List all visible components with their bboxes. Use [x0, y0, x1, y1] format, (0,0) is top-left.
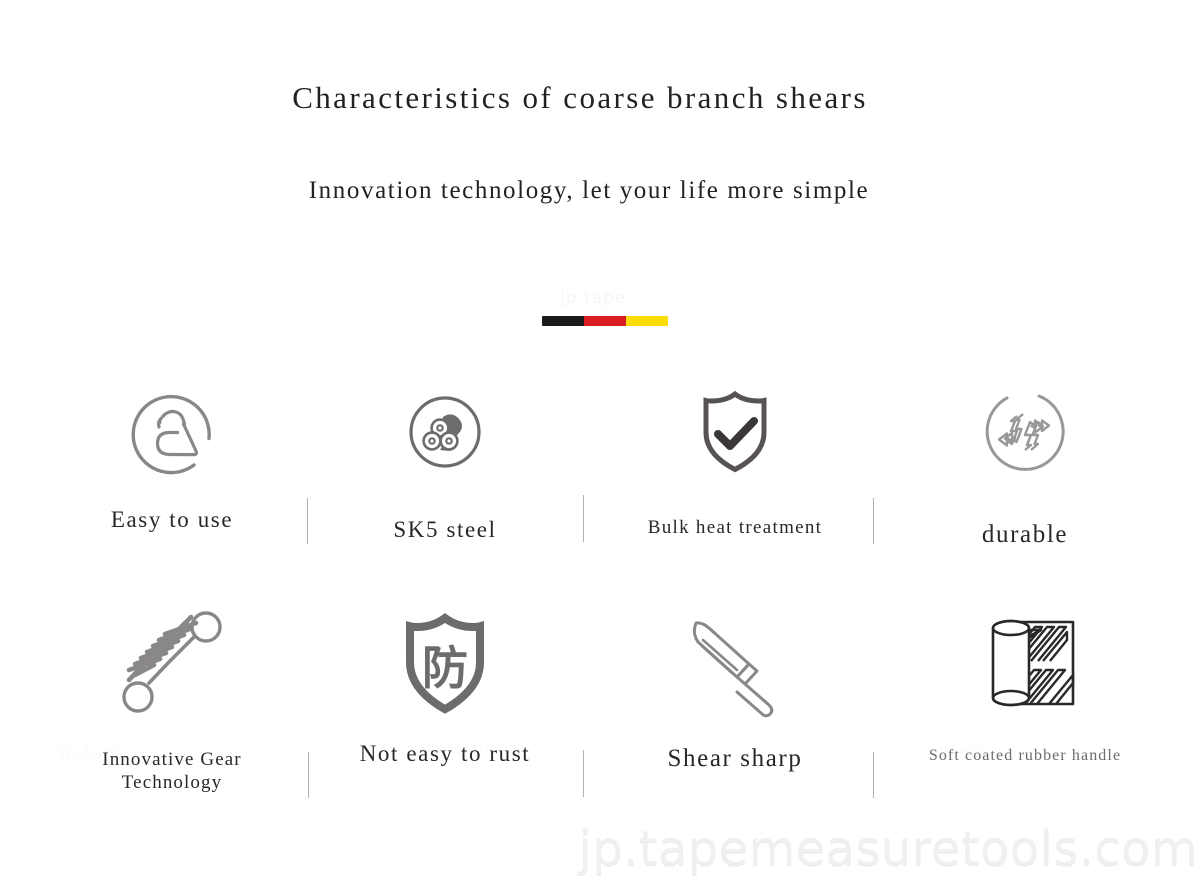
- divider-segment-yellow: [626, 316, 668, 326]
- feature-item-not-easy-to-rust: 防 Not easy to rust: [300, 612, 590, 768]
- shield-character: 防: [422, 641, 468, 695]
- feature-item-shear-sharp: Shear sharp: [590, 612, 880, 775]
- feature-item-innovative-gear-technology: Innovative Gear Technology: [27, 611, 317, 794]
- knife-blade-icon: [590, 612, 880, 718]
- page-subtitle: Innovation technology, let your life mor…: [308, 177, 870, 204]
- feature-label: SK5 steel: [393, 517, 497, 542]
- watermark-domain: jp.tapemeasuretools.com: [578, 821, 1198, 877]
- shield-rust-prevention-icon: 防: [300, 612, 590, 716]
- feature-label: Not easy to rust: [359, 741, 531, 766]
- cell-separator: [307, 498, 308, 544]
- tricolor-divider: [542, 316, 668, 326]
- page-title: Characteristics of coarse branch shears: [292, 80, 868, 115]
- cell-separator: [873, 752, 874, 798]
- feature-label: durable: [981, 521, 1069, 548]
- steel-coils-circle-icon: [300, 380, 590, 484]
- feature-label: Soft coated rubber handle: [928, 747, 1122, 764]
- feature-item-durable: durable: [880, 380, 1170, 551]
- cell-separator: [873, 498, 874, 544]
- divider-segment-red: [584, 316, 626, 326]
- shield-check-icon: [590, 380, 880, 484]
- feature-item-soft-coated-rubber-handle: Soft coated rubber handle: [880, 612, 1170, 766]
- feature-item-sk5-steel: SK5 steel: [300, 380, 590, 544]
- watermark-faint-center: jp.tape: [560, 288, 627, 308]
- divider-segment-black: [542, 316, 584, 326]
- cell-separator: [583, 495, 584, 542]
- feature-grid: Easy to use SK5 steel Bulk heat treatmen…: [0, 372, 1200, 842]
- easy-grip-hand-circle-icon: [27, 380, 317, 484]
- feature-label: Shear sharp: [667, 745, 803, 772]
- feature-item-bulk-heat-treatment: Bulk heat treatment: [590, 380, 880, 539]
- promo-feature-page: Characteristics of coarse branch shears …: [0, 0, 1200, 881]
- cell-separator: [583, 750, 584, 797]
- coil-spring-icon: [27, 611, 317, 716]
- feature-label: Bulk heat treatment: [647, 517, 823, 538]
- cell-separator: [308, 752, 309, 798]
- feature-label: Easy to use: [110, 507, 234, 532]
- rubber-grip-texture-icon: [880, 612, 1170, 716]
- recycle-arrows-circle-icon: [880, 380, 1170, 484]
- feature-item-easy-to-use: Easy to use: [27, 380, 317, 534]
- feature-label: Innovative Gear Technology: [102, 749, 242, 794]
